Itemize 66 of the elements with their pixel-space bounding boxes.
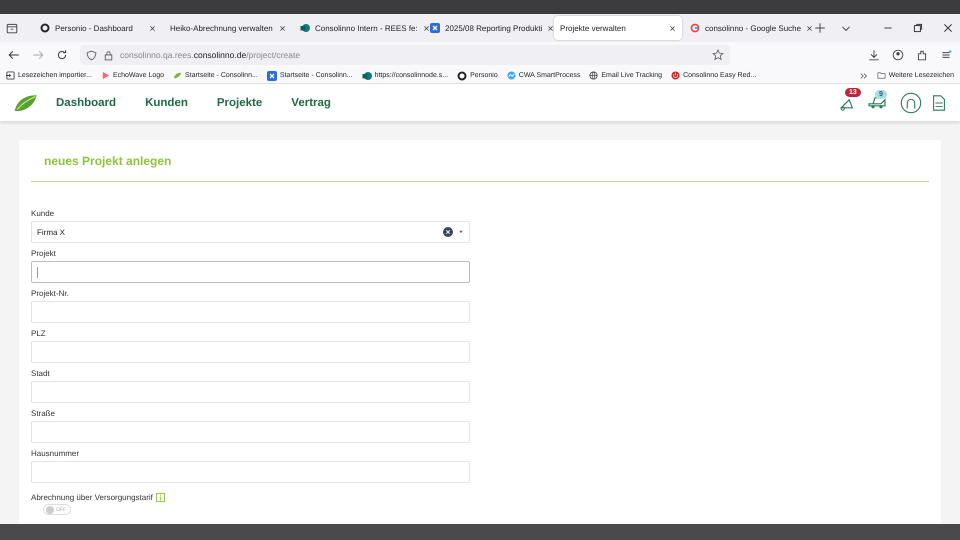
clear-icon [443, 227, 453, 237]
field-label: Projekt [31, 249, 57, 260]
browser-tab[interactable]: 2025/08 Reporting Produkti [424, 16, 552, 40]
close-icon[interactable] [806, 24, 814, 32]
reload-icon [56, 49, 68, 61]
restore-icon [912, 22, 924, 34]
address-bar[interactable]: consolinno.qa.rees.consolinno.de/project/create [80, 45, 730, 65]
caret-icon [458, 229, 464, 235]
field-label: Hausnummer [31, 449, 80, 460]
input-field[interactable] [31, 461, 470, 483]
back-icon [8, 49, 20, 61]
field-label: Kunde [31, 209, 56, 220]
lock-icon [103, 50, 114, 60]
input-field[interactable] [31, 261, 470, 283]
url-text: consolinno.qa.rees.consolinno.de/project/create [120, 50, 300, 60]
close-icon[interactable] [149, 24, 156, 32]
globe-icon [589, 71, 598, 80]
browser-tab[interactable]: Projekte verwalten [554, 16, 682, 40]
leaf-icon [173, 71, 182, 80]
power-icon [671, 71, 680, 80]
user-icon [900, 92, 922, 114]
tab-overview-icon [6, 22, 18, 34]
close-icon[interactable] [547, 24, 554, 32]
extensions-icon [916, 49, 928, 61]
google-icon [690, 23, 700, 33]
import-icon [6, 71, 15, 80]
ring-icon [40, 23, 50, 33]
close-icon [942, 22, 954, 34]
nav-link[interactable]: Vertrag [291, 96, 331, 108]
input-field[interactable] [31, 341, 470, 363]
ring-icon [457, 70, 468, 80]
browser-tab[interactable]: Consolinno Intern - REES fe: [294, 16, 422, 40]
menu-icon [940, 49, 952, 61]
browser-tab[interactable]: consolinno - Google Suche [684, 16, 812, 40]
close-icon[interactable] [669, 24, 676, 32]
field-label: Abrechnung über Versorgungstarif [31, 492, 153, 502]
plus-icon [814, 22, 826, 34]
input-field[interactable] [31, 301, 470, 323]
field-label: Stadt [31, 369, 51, 380]
forward-icon [32, 49, 44, 61]
shield-icon [86, 50, 97, 60]
play-icon [100, 71, 110, 80]
chevrons-icon[interactable] [860, 72, 868, 80]
cross-square-icon [266, 70, 277, 80]
nav-link[interactable]: Projekte [216, 96, 262, 108]
input-field[interactable] [31, 381, 470, 403]
truck-icon [868, 96, 886, 108]
browser-tab[interactable]: Heiko-Abrechnung verwalten [164, 16, 292, 40]
close-icon[interactable] [279, 24, 286, 32]
star-icon [712, 49, 724, 61]
customer-select[interactable]: Firma X [31, 221, 470, 243]
nav-link[interactable]: Dashboard [56, 96, 116, 108]
browser-tab[interactable]: Personio - Dashboard [34, 16, 162, 40]
nav-link[interactable]: Kunden [145, 96, 188, 108]
cross-square-icon [430, 23, 440, 33]
input-field[interactable] [31, 421, 470, 443]
field-label: Projekt-Nr. [31, 289, 70, 300]
download-icon [868, 49, 880, 61]
form-title: neues Projekt anlegen [44, 154, 172, 168]
folder-icon [876, 71, 886, 80]
field-label: PLZ [31, 329, 47, 340]
info-icon [156, 492, 165, 502]
close-icon[interactable] [422, 24, 430, 32]
account-icon [892, 49, 904, 61]
wave-icon [506, 71, 516, 80]
field-label: Straße [31, 409, 56, 420]
